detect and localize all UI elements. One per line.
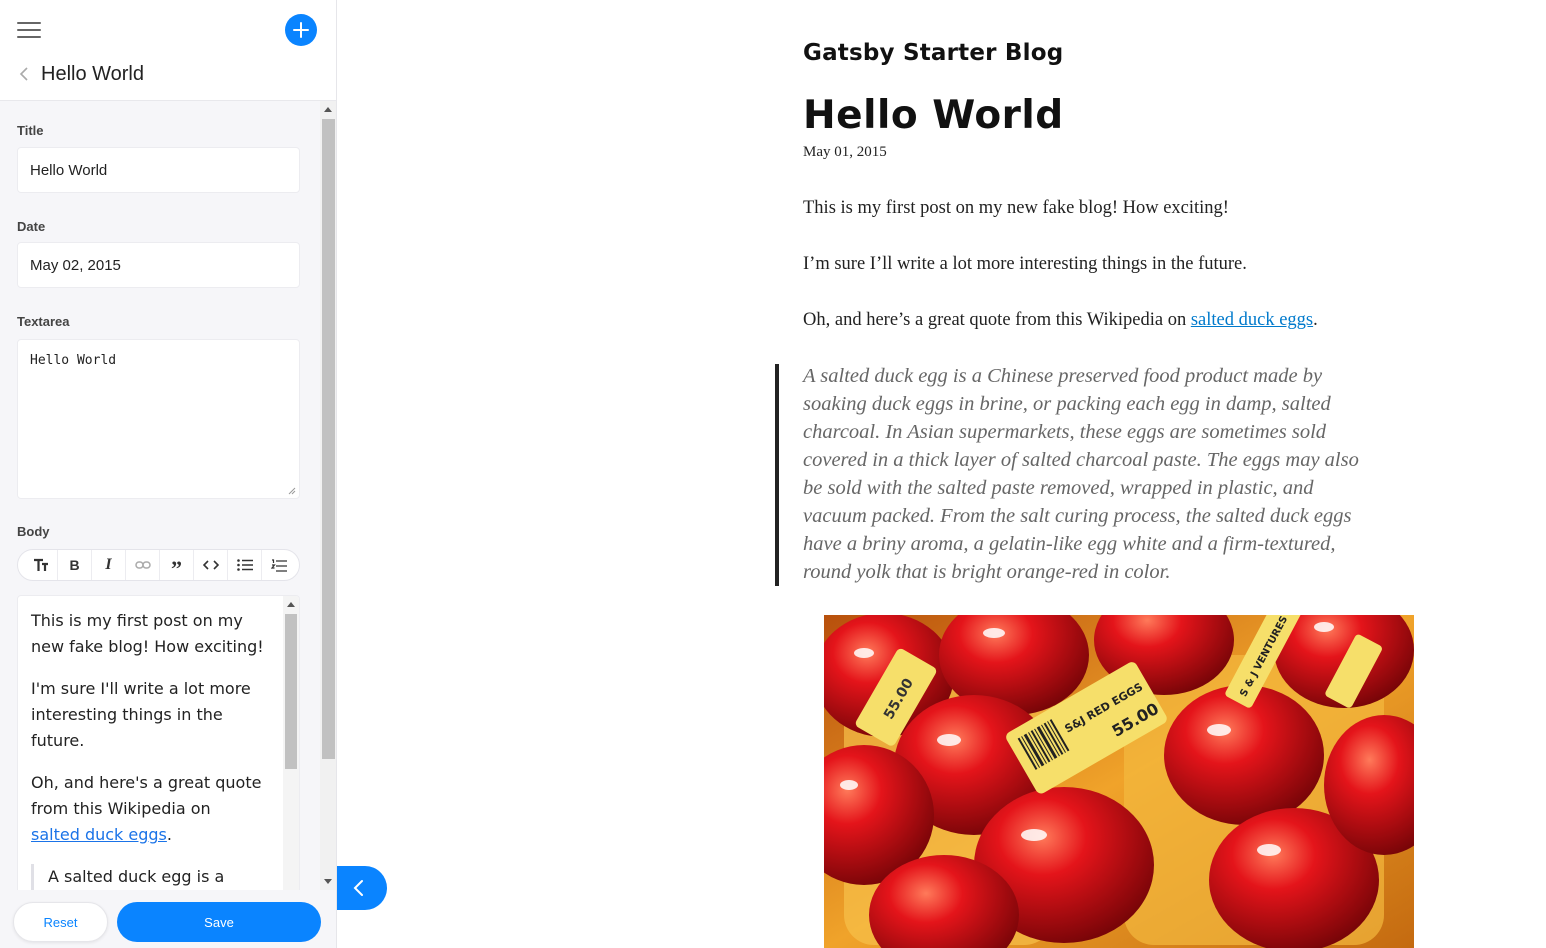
blog-preview: Gatsby Starter Blog Hello World May 01, … <box>803 0 1423 948</box>
form-scroll-area: Title Hello World Date May 02, 2015 Text… <box>0 101 320 890</box>
scroll-down-icon[interactable] <box>324 879 332 884</box>
post-blockquote: A salted duck egg is a Chinese preserved… <box>803 362 1403 586</box>
add-document-button[interactable] <box>285 14 317 46</box>
scroll-up-icon[interactable] <box>287 602 295 607</box>
title-label: Title <box>17 123 44 138</box>
quote-line: soaking duck eggs in brine, or packing e… <box>803 393 1331 415</box>
collapse-sidebar-button[interactable] <box>337 866 387 910</box>
post-paragraph: I’m sure I’ll write a lot more interesti… <box>803 254 1247 274</box>
body-editor[interactable]: This is my first post on my new fake blo… <box>17 595 300 890</box>
body-content: This is my first post on my new fake blo… <box>31 608 273 890</box>
title-input[interactable]: Hello World <box>17 147 300 193</box>
sidebar-header: Hello World <box>0 0 336 101</box>
quote-line: be sold with the salted paste removed, w… <box>803 477 1314 499</box>
cms-sidebar: Hello World Title Hello World Date May 0… <box>0 0 337 948</box>
body-text-suffix: . <box>166 825 172 844</box>
scroll-up-icon[interactable] <box>324 107 332 112</box>
body-scrollbar[interactable] <box>283 596 299 890</box>
body-label: Body <box>17 524 50 539</box>
post-text: Oh, and here’s a great quote from this W… <box>803 310 1191 330</box>
chevron-left-icon <box>353 880 363 896</box>
code-icon[interactable] <box>194 550 228 580</box>
textarea-value: Hello World <box>30 353 117 368</box>
numbered-list-icon[interactable] <box>262 550 296 580</box>
body-paragraph: I'm sure I'll write a lot more interesti… <box>31 679 251 750</box>
body-link-salted-duck-eggs[interactable]: salted duck eggs <box>31 825 167 844</box>
post-paragraph: Oh, and here’s a great quote from this W… <box>803 310 1318 331</box>
quote-icon[interactable]: ” <box>160 550 194 581</box>
post-link-salted-duck-eggs[interactable]: salted duck eggs <box>1191 310 1313 330</box>
date-label: Date <box>17 219 46 234</box>
quote-line: have a briny aroma, a gelatin-like egg w… <box>803 533 1336 555</box>
body-blockquote: A salted duck egg is a Chinese preserved… <box>31 864 273 890</box>
chevron-left-icon[interactable] <box>17 65 31 83</box>
quote-line: charcoal. In Asian supermarkets, these e… <box>803 421 1327 443</box>
document-title: Hello World <box>41 62 144 85</box>
resize-grip-icon[interactable] <box>288 487 296 495</box>
breadcrumb: Hello World <box>17 60 144 88</box>
text-size-icon[interactable] <box>24 550 58 580</box>
textarea-field[interactable]: Hello World <box>17 339 300 499</box>
body-scroll-thumb[interactable] <box>285 614 297 769</box>
sidebar-scrollbar[interactable] <box>320 101 336 890</box>
plus-icon <box>293 22 309 38</box>
menu-icon[interactable] <box>17 21 41 39</box>
body-text: Oh, and here's a great quote from this W… <box>31 773 262 818</box>
bullet-list-icon[interactable] <box>228 550 262 580</box>
sidebar-footer: Reset Save <box>0 890 336 948</box>
body-toolbar: B I ” <box>17 549 300 581</box>
save-button[interactable]: Save <box>117 902 321 942</box>
sidebar-scroll-thumb[interactable] <box>322 119 335 759</box>
body-paragraph: Oh, and here's a great quote from this W… <box>31 770 273 848</box>
post-text-suffix: . <box>1313 310 1318 330</box>
textarea-label: Textarea <box>17 314 70 329</box>
post-paragraph: This is my first post on my new fake blo… <box>803 198 1229 218</box>
blockquote-border <box>775 364 779 586</box>
reset-button[interactable]: Reset <box>13 902 108 942</box>
quote-line: round yolk that is bright orange-red in … <box>803 561 1171 583</box>
body-paragraph: This is my first post on my new fake blo… <box>31 611 264 656</box>
salted-duck-eggs-photo: S&J RED EGGS 55.00 55.00 S & J VENTURES <box>824 615 1414 948</box>
site-title[interactable]: Gatsby Starter Blog <box>803 40 1063 66</box>
quote-line: A salted duck egg is a Chinese preserved… <box>803 365 1323 387</box>
quote-line: covered in a thick layer of salted charc… <box>803 449 1359 471</box>
date-input[interactable]: May 02, 2015 <box>17 242 300 288</box>
quote-line: vacuum packed. From the salt curing proc… <box>803 505 1352 527</box>
post-title: Hello World <box>803 93 1064 138</box>
italic-icon[interactable]: I <box>92 550 126 580</box>
post-date: May 01, 2015 <box>803 144 887 160</box>
link-icon[interactable] <box>126 550 160 580</box>
bold-icon[interactable]: B <box>58 550 92 580</box>
